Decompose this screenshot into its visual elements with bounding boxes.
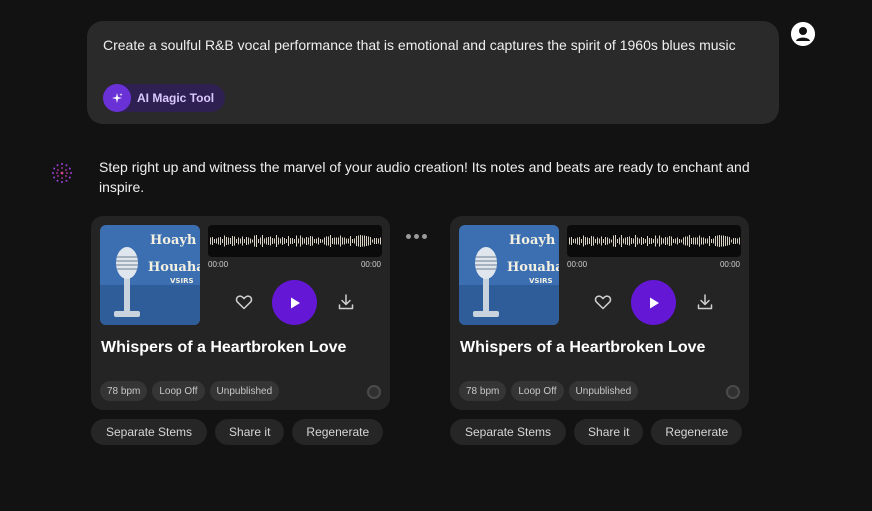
user-prompt-bubble: Create a soulful R&B vocal performance t… (87, 21, 779, 124)
download-icon[interactable] (695, 292, 715, 312)
loop-chip: Loop Off (511, 381, 564, 401)
play-icon (649, 297, 659, 308)
track-actions: Separate Stems Share it Regenerate (91, 419, 384, 445)
prompt-text: Create a soulful R&B vocal performance t… (103, 37, 736, 53)
track-card: Hoayh Houaha VSIRS 00:00 00:00 Whispers … (450, 216, 749, 410)
share-button[interactable]: Share it (574, 419, 644, 445)
ai-magic-tool-label: AI Magic Tool (137, 91, 215, 105)
time-elapsed: 00:00 (567, 260, 588, 269)
heart-icon[interactable] (234, 292, 254, 312)
waveform[interactable] (567, 225, 741, 257)
cover-line-1: Hoayh (509, 233, 556, 248)
select-radio[interactable] (367, 385, 381, 399)
time-elapsed: 00:00 (208, 260, 229, 269)
select-radio[interactable] (726, 385, 740, 399)
regenerate-button[interactable]: Regenerate (651, 419, 743, 445)
track-meta-chips: 78 bpm Loop Off Unpublished (459, 381, 639, 401)
loop-chip: Loop Off (152, 381, 205, 401)
cover-line-2: Houaha (507, 260, 559, 275)
separate-stems-button[interactable]: Separate Stems (91, 419, 208, 445)
regenerate-button[interactable]: Regenerate (292, 419, 384, 445)
cover-line-1: Hoayh (150, 233, 197, 248)
play-button[interactable] (631, 280, 676, 325)
assistant-reply-text: Step right up and witness the marvel of … (99, 159, 750, 195)
track-title: Whispers of a Heartbroken Love (101, 339, 347, 356)
track-meta-chips: 78 bpm Loop Off Unpublished (100, 381, 280, 401)
cover-line-3: VSIRS (170, 277, 194, 285)
ai-assistant-icon (51, 162, 73, 184)
publish-status-chip: Unpublished (209, 381, 280, 401)
heart-icon[interactable] (593, 292, 613, 312)
ai-magic-tool-button[interactable]: AI Magic Tool (103, 84, 225, 112)
separate-stems-button[interactable]: Separate Stems (450, 419, 567, 445)
track-actions: Separate Stems Share it Regenerate (450, 419, 743, 445)
bpm-chip: 78 bpm (459, 381, 507, 401)
waveform[interactable] (208, 225, 382, 257)
play-button[interactable] (272, 280, 317, 325)
time-total: 00:00 (719, 260, 740, 269)
play-icon (290, 297, 300, 308)
album-cover: Hoayh Houaha VSIRS (100, 225, 200, 325)
bpm-chip: 78 bpm (100, 381, 148, 401)
sparkle-icon (103, 84, 131, 112)
time-total: 00:00 (360, 260, 381, 269)
download-icon[interactable] (336, 292, 356, 312)
share-button[interactable]: Share it (215, 419, 285, 445)
more-options-icon[interactable] (406, 234, 427, 239)
track-title: Whispers of a Heartbroken Love (460, 339, 706, 356)
user-avatar-icon[interactable] (791, 22, 815, 46)
track-card: Hoayh Houaha VSIRS 00:00 00:00 Whispers … (91, 216, 390, 410)
cover-line-3: VSIRS (529, 277, 553, 285)
cover-line-2: Houaha (148, 260, 200, 275)
publish-status-chip: Unpublished (568, 381, 639, 401)
album-cover: Hoayh Houaha VSIRS (459, 225, 559, 325)
